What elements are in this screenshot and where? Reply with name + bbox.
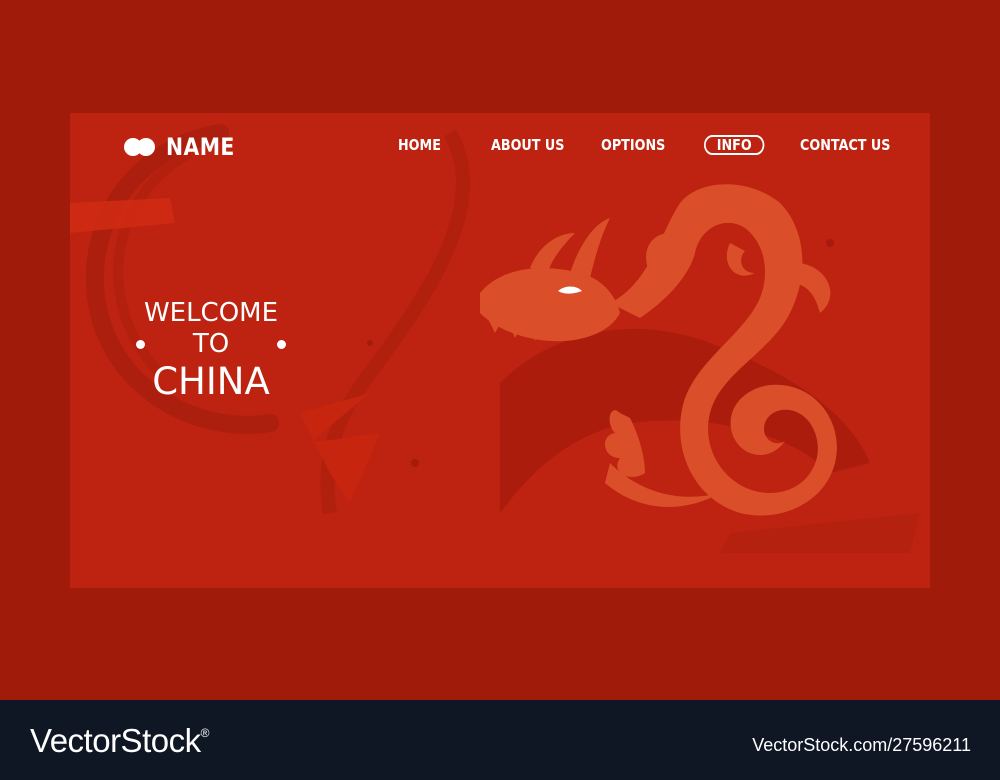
hero-title: WELCOME TO CHINA bbox=[136, 298, 286, 404]
nav-home[interactable]: HOME bbox=[398, 135, 441, 155]
double-circle-logo-icon bbox=[124, 138, 156, 156]
nav-about-us[interactable]: ABOUT US bbox=[491, 135, 564, 155]
footer-logo: VectorStock® bbox=[30, 722, 209, 760]
brand-name: NAME bbox=[166, 133, 235, 161]
landing-card: NAME HOME ABOUT US OPTIONS INFO CONTACT … bbox=[70, 113, 930, 588]
brand-logo[interactable]: NAME bbox=[124, 133, 247, 161]
nav-info[interactable]: INFO bbox=[704, 135, 765, 155]
bullet-dot-icon bbox=[136, 340, 145, 349]
hero-line-to: TO bbox=[192, 329, 230, 359]
dragon-icon bbox=[480, 184, 837, 516]
hero-line-to-row: TO bbox=[136, 328, 286, 360]
hero-line-china: CHINA bbox=[152, 360, 270, 403]
footer-logo-text: VectorStock bbox=[30, 722, 201, 759]
nav-options[interactable]: OPTIONS bbox=[601, 135, 665, 155]
registered-mark: ® bbox=[200, 726, 210, 740]
nav-contact-us[interactable]: CONTACT US bbox=[800, 135, 890, 155]
footer-image-id: VectorStock.com/27596211 bbox=[752, 735, 971, 755]
bullet-dot-icon bbox=[277, 340, 286, 349]
main-nav: HOME ABOUT US OPTIONS INFO CONTACT US bbox=[390, 135, 890, 157]
stock-footer-bar: VectorStock® VectorStock.com/27596211 bbox=[0, 700, 1000, 780]
hero-line-welcome: WELCOME bbox=[143, 298, 279, 328]
